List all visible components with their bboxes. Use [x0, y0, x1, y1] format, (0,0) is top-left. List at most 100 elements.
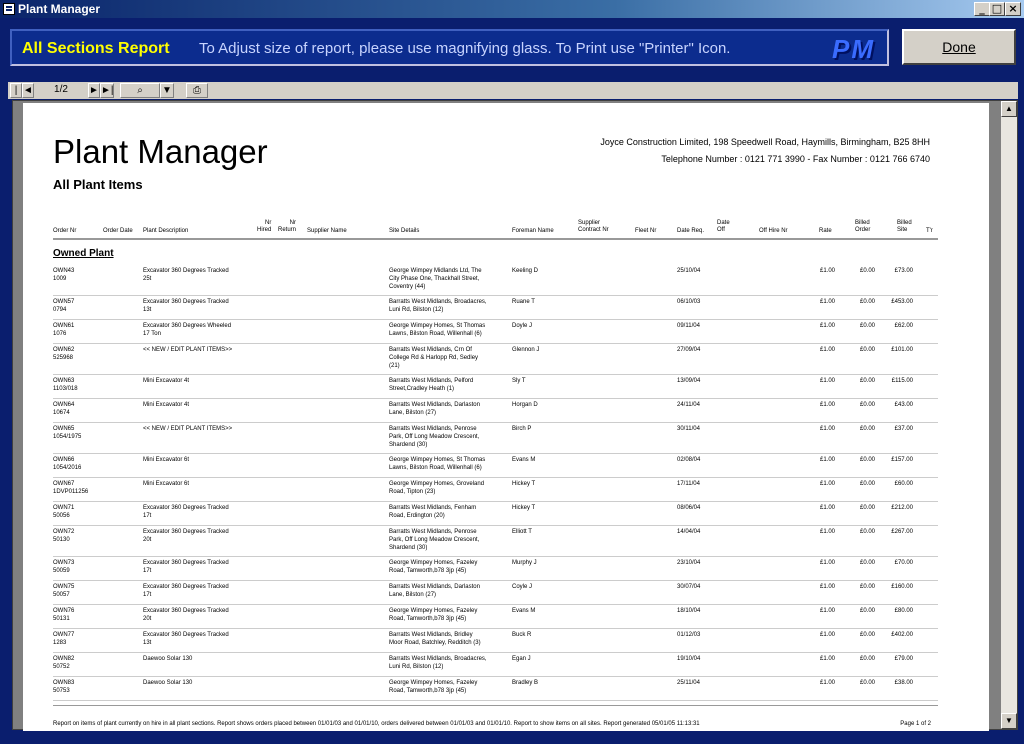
col-off-hire-nr: Off Hire Nr — [759, 228, 788, 234]
cell-date-req: 30/07/04 — [677, 584, 701, 590]
cell-rate: £1.00 — [819, 347, 835, 353]
cell-billed-site: £73.00 — [894, 268, 913, 274]
pm-logo: PM — [832, 34, 875, 64]
report-toolbar: |◄ ◄ 1/2 ► ►| ⌕ ▼ ⎙ — [8, 82, 1018, 109]
cell-order-nr: OWN71 50056 — [53, 505, 75, 519]
cell-billed-order: £0.00 — [859, 402, 875, 408]
cell-billed-site: £60.00 — [894, 481, 913, 487]
report-page: Joyce Construction Limited, 198 Speedwel… — [23, 103, 989, 731]
cell-plant-description: Excavator 360 Degrees Tracked 20t — [143, 608, 229, 622]
table-row: OWN71 50056 Excavator 360 Degrees Tracked… — [53, 502, 938, 526]
maximize-button[interactable]: □ — [989, 2, 1005, 16]
cell-date-req: 09/11/04 — [677, 323, 700, 329]
cell-order-nr: OWN57 0794 — [53, 299, 75, 313]
instructions-text: To Adjust size of report, please use mag… — [199, 40, 731, 57]
cell-rate: £1.00 — [819, 529, 835, 535]
cell-site-details: Barratts West Midlands, Broadacres, Luni… — [389, 656, 487, 670]
cell-date-req: 13/09/04 — [677, 378, 701, 384]
col-foreman-name: Foreman Name — [512, 228, 554, 234]
cell-order-nr: OWN82 50752 — [53, 656, 75, 670]
cell-site-details: George Wimpey Homes, Fazeley Road, Tamwo… — [389, 608, 478, 622]
cell-plant-description: Excavator 360 Degrees Tracked 20t — [143, 529, 229, 543]
col-supplier-contract: Supplier Contract Nr — [578, 220, 609, 233]
table-row: OWN73 50059 Excavator 360 Degrees Tracked… — [53, 557, 938, 581]
cell-foreman: Coyle J — [512, 584, 533, 590]
cell-date-req: 18/10/04 — [677, 608, 701, 614]
minimize-button[interactable]: _ — [974, 2, 990, 16]
cell-date-req: 24/11/04 — [677, 402, 700, 408]
cell-site-details: Barratts West Midlands, Pelford Street,C… — [389, 378, 474, 392]
cell-billed-site: £453.00 — [891, 299, 913, 305]
cell-billed-site: £402.00 — [891, 632, 913, 638]
cell-order-nr: OWN76 50131 — [53, 608, 75, 622]
cell-order-nr: OWN83 50753 — [53, 680, 75, 694]
cell-foreman: Bradley B — [512, 680, 539, 686]
cell-billed-site: £157.00 — [891, 457, 913, 463]
footer-page-number: Page 1 of 2 — [900, 721, 931, 727]
phone-fax: Telephone Number : 0121 771 3990 - Fax N… — [661, 154, 930, 164]
cell-order-nr: OWN72 50130 — [53, 529, 75, 543]
cell-date-req: 01/12/03 — [677, 632, 701, 638]
zoom-dropdown-icon[interactable]: ▼ — [160, 83, 174, 98]
printer-icon[interactable]: ⎙ — [186, 83, 208, 98]
table-row: OWN67 1DVP011256 Mini Excavator 6t George … — [53, 478, 938, 502]
prev-page-button[interactable]: ◄ — [22, 83, 34, 98]
table-row: OWN43 1009 Excavator 360 Degrees Tracked … — [53, 265, 938, 296]
zoom-icon[interactable]: ⌕ — [120, 83, 160, 98]
cell-plant-description: Excavator 360 Degrees Wheeled 17 Ton — [143, 323, 232, 337]
table-row: OWN83 50753 Daewoo Solar 130 George Wimpey… — [53, 677, 938, 701]
cell-date-req: 19/10/04 — [677, 656, 701, 662]
table-row: OWN82 50752 Daewoo Solar 130 Barratts West… — [53, 653, 938, 677]
cell-date-req: 02/08/04 — [677, 457, 701, 463]
cell-plant-description: << NEW / EDIT PLANT ITEMS>> — [143, 426, 233, 432]
last-page-button[interactable]: ►| — [100, 83, 114, 98]
cell-rate: £1.00 — [819, 608, 835, 614]
cell-order-nr: OWN63 1103/018 — [53, 378, 78, 392]
first-page-button[interactable]: |◄ — [10, 83, 22, 109]
cell-site-details: George Wimpey Homes, Fazeley Road, Tamwo… — [389, 560, 478, 574]
close-button[interactable]: × — [1005, 2, 1021, 16]
cell-plant-description: Mini Excavator 6t — [143, 457, 190, 463]
col-order-nr: Order Nr — [53, 228, 77, 234]
table-row: OWN72 50130 Excavator 360 Degrees Tracked… — [53, 526, 938, 557]
report-subtitle: All Plant Items — [53, 177, 143, 192]
cell-foreman: Elliott T — [512, 529, 532, 535]
cell-foreman: Buck R — [512, 632, 532, 638]
cell-date-req: 06/10/03 — [677, 299, 701, 305]
cell-plant-description: Excavator 360 Degrees Tracked 17t — [143, 584, 229, 598]
cell-rate: £1.00 — [819, 378, 835, 384]
table-row: OWN66 1054/2016 Mini Excavator 6t George W… — [53, 454, 938, 478]
cell-order-nr: OWN65 1054/1975 — [53, 426, 82, 440]
scroll-down-button[interactable]: ▼ — [1001, 713, 1017, 729]
col-billed-order: Billed Order — [855, 220, 871, 233]
col-fleet-nr: Fleet Nr — [635, 228, 657, 234]
cell-rate: £1.00 — [819, 402, 835, 408]
cell-billed-order: £0.00 — [859, 560, 875, 566]
cell-date-req: 25/10/04 — [677, 268, 701, 274]
scroll-up-button[interactable]: ▲ — [1001, 101, 1017, 117]
cell-plant-description: Mini Excavator 4t — [143, 378, 190, 384]
cell-billed-site: £101.00 — [891, 347, 913, 353]
cell-plant-description: Excavator 360 Degrees Tracked 13t — [143, 299, 229, 313]
company-address: Joyce Construction Limited, 198 Speedwel… — [600, 137, 930, 147]
cell-site-details: Barratts West Midlands, Fenham Road, Erd… — [389, 505, 477, 519]
cell-site-details: George Wimpey Midlands Ltd, The City Pha… — [389, 268, 482, 290]
cell-foreman: Doyle J — [512, 323, 533, 329]
cell-rate: £1.00 — [819, 323, 835, 329]
cell-billed-site: £37.00 — [894, 426, 913, 432]
cell-billed-order: £0.00 — [859, 632, 875, 638]
cell-billed-order: £0.00 — [859, 680, 875, 686]
col-nr-hired: Nr Hired — [257, 220, 272, 233]
cell-order-nr: OWN77 1283 — [53, 632, 75, 646]
cell-plant-description: << NEW / EDIT PLANT ITEMS>> — [143, 347, 233, 353]
window-title: Plant Manager — [18, 2, 101, 16]
col-ttr: T'r — [926, 228, 933, 234]
cell-rate: £1.00 — [819, 505, 835, 511]
table-row: OWN63 1103/018 Mini Excavator 4t Barratts … — [53, 375, 938, 399]
done-button[interactable]: Done — [902, 29, 1016, 65]
col-order-date: Order Date — [103, 228, 133, 234]
vertical-scrollbar[interactable]: ▲ ▼ — [1001, 101, 1017, 729]
cell-billed-order: £0.00 — [859, 584, 875, 590]
cell-billed-site: £38.00 — [894, 680, 913, 686]
next-page-button[interactable]: ► — [88, 83, 100, 98]
